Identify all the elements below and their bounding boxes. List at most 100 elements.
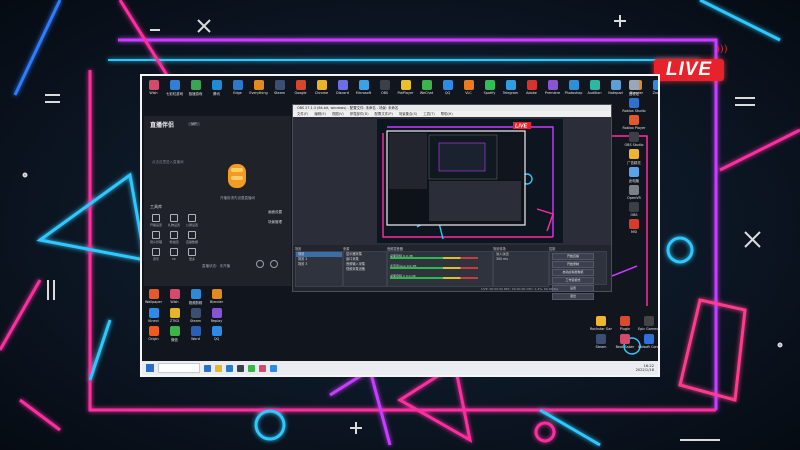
top-desktop-icon-2[interactable]: 极速游戏	[186, 80, 205, 96]
taskbar-app-icon[interactable]	[237, 364, 244, 372]
taskbar-app-icon[interactable]	[215, 364, 222, 372]
top-desktop-icon-12[interactable]: PotPlayer	[396, 80, 415, 96]
tool-0[interactable]: 开播设置	[148, 214, 164, 227]
br-desktop-icon-0[interactable]: Rockstar Games	[590, 316, 612, 331]
control-button-5[interactable]: 退出	[552, 293, 594, 300]
top-desktop-icon-17[interactable]: Telegram	[501, 80, 520, 96]
scene-manager-link[interactable]: 场景管理	[268, 220, 282, 225]
top-desktop-icon-8[interactable]: Chrome	[312, 80, 331, 96]
menu-item-1[interactable]: 编辑(E)	[314, 111, 326, 117]
right-desktop-icon-8[interactable]: MSI	[614, 219, 654, 234]
control-button-3[interactable]: 工作室模式	[552, 277, 594, 284]
top-desktop-icon-10[interactable]: Microsoft	[354, 80, 373, 96]
start-button[interactable]	[146, 364, 154, 372]
br-desktop-icon-5[interactable]: Ubisoft Connect	[638, 334, 658, 349]
top-desktop-icon-9[interactable]: Discord	[333, 80, 352, 96]
top-desktop-icon-5[interactable]: Everything	[249, 80, 268, 96]
bottom-desktop-icon-2[interactable]: 视频剪辑	[186, 289, 205, 305]
right-desktop-icon-3[interactable]: OBS Studio	[614, 132, 654, 147]
mixer-channel[interactable]: 桌面音频 2 0.0 dB	[390, 274, 486, 280]
tool-1[interactable]: 礼物设置	[166, 214, 182, 227]
bottom-desktop-icon-5[interactable]: ZTKD	[165, 308, 184, 323]
bottom-desktop-icon-8[interactable]: Origin	[144, 326, 163, 342]
transition-duration[interactable]: 300 ms	[494, 257, 548, 262]
start-live-toggle[interactable]	[228, 164, 246, 188]
source-item[interactable]: 视频采集设备	[344, 267, 386, 272]
bottom-desktop-icon-7[interactable]: Replay	[207, 308, 226, 323]
br-desktop-icon-4[interactable]: Beat Saber	[614, 334, 636, 349]
bottom-desktop-icon-4[interactable]: Kinect	[144, 308, 163, 323]
bottom-desktop-icon-11[interactable]: QQ	[207, 326, 226, 342]
taskbar-app-icon[interactable]	[248, 364, 255, 372]
tool-5[interactable]: 直播数据	[184, 231, 200, 244]
top-desktop-icon-15[interactable]: VLC	[459, 80, 478, 96]
top-desktop-icon-19[interactable]: Premiere	[543, 80, 562, 96]
mixer-channel[interactable]: 桌面音频 0.0 dB	[390, 254, 486, 260]
menu-item-7[interactable]: 帮助(H)	[441, 111, 453, 117]
top-desktop-icon-14[interactable]: QQ	[438, 80, 457, 96]
right-desktop-icon-4[interactable]: 广告精灵	[614, 149, 654, 165]
settings-icon[interactable]	[256, 260, 264, 268]
tool-3[interactable]: 观众管理	[148, 231, 164, 244]
desktop-bottom-right-icon-grid: Rockstar Games Plugin Epic Games Launcher S…	[590, 316, 658, 349]
top-desktop-icon-4[interactable]: Edge	[228, 80, 247, 96]
top-desktop-icon-20[interactable]: Photoshop	[564, 80, 583, 96]
right-desktop-icon-5[interactable]: 此电脑	[614, 167, 654, 183]
menu-item-4[interactable]: 配置文件(P)	[375, 111, 393, 117]
room-placeholder[interactable]: 点击这里进入直播间	[152, 160, 184, 165]
control-button-2[interactable]: 启动虚拟摄像机	[552, 269, 594, 276]
clock-date[interactable]: 2022/1/18	[636, 368, 654, 372]
help-icon[interactable]	[270, 260, 278, 268]
right-desktop-icon-6[interactable]: OpenVR	[614, 185, 654, 200]
control-button-1[interactable]: 开始录制	[552, 261, 594, 268]
volume-meter[interactable]	[390, 267, 478, 269]
br-desktop-icon-3[interactable]: Steam	[590, 334, 612, 349]
control-button-4[interactable]: 设置	[552, 285, 594, 292]
right-desktop-icon-0[interactable]: 回收站	[614, 80, 654, 96]
control-button-0[interactable]: 开始直播	[552, 253, 594, 260]
bottom-desktop-icon-3[interactable]: Blender	[207, 289, 226, 305]
bottom-desktop-icon-1[interactable]: Wish	[165, 289, 184, 305]
menu-item-3[interactable]: 停靠部件(D)	[350, 111, 369, 117]
top-desktop-icon-18[interactable]: Adobe	[522, 80, 541, 96]
tool-4[interactable]: 粉丝团	[166, 231, 182, 244]
bottom-desktop-icon-0[interactable]: Wallpaper	[144, 289, 163, 305]
top-desktop-icon-11[interactable]: OBS	[375, 80, 394, 96]
top-desktop-icon-16[interactable]: Spotify	[480, 80, 499, 96]
taskbar-app-icon[interactable]	[204, 364, 211, 372]
bottom-desktop-icon-9[interactable]: 微信	[165, 326, 184, 342]
tool-8[interactable]: 更多	[184, 248, 200, 261]
taskbar-search[interactable]	[158, 363, 200, 373]
top-desktop-icon-6[interactable]: Steam	[270, 80, 289, 96]
volume-meter[interactable]	[390, 277, 478, 279]
taskbar-app-icon[interactable]	[270, 364, 277, 372]
right-desktop-icon-7[interactable]: OBS	[614, 202, 654, 217]
volume-meter[interactable]	[390, 257, 478, 259]
screen-settings-link[interactable]: 画面设置	[268, 210, 282, 215]
tool-6[interactable]: 音乐	[148, 248, 164, 261]
menu-item-0[interactable]: 文件(F)	[297, 111, 308, 117]
top-desktop-icon-0[interactable]: Wish	[144, 80, 163, 96]
bottom-desktop-icon-6[interactable]: Steam	[186, 308, 205, 323]
br-desktop-icon-1[interactable]: Plugin	[614, 316, 636, 331]
menu-item-5[interactable]: 场景集合(S)	[399, 111, 417, 117]
tool-7[interactable]: PK	[166, 248, 182, 261]
taskbar-app-icon[interactable]	[226, 364, 233, 372]
taskbar-app-icon[interactable]	[259, 364, 266, 372]
mixer-channel[interactable]: 麦克风/Aux 0.0 dB	[390, 264, 486, 270]
scene-item[interactable]: 场景 3	[296, 262, 342, 267]
obs-preview-canvas[interactable]: LIVE	[377, 119, 563, 243]
menu-item-2[interactable]: 视图(V)	[332, 111, 344, 117]
br-desktop-icon-2[interactable]: Epic Games Launcher	[638, 316, 658, 331]
bottom-desktop-icon-10[interactable]: Word	[186, 326, 205, 342]
right-desktop-icon-1[interactable]: Roblox Studio	[614, 98, 654, 113]
menu-item-6[interactable]: 工具(T)	[423, 111, 435, 117]
tool-2[interactable]: 公屏设置	[184, 214, 200, 227]
desktop-icon-label: Spotify	[483, 91, 496, 95]
top-desktop-icon-7[interactable]: Google	[291, 80, 310, 96]
top-desktop-icon-1[interactable]: 七彩虹游戏	[165, 80, 184, 96]
right-desktop-icon-2[interactable]: Roblox Player	[614, 115, 654, 130]
top-desktop-icon-21[interactable]: Audition	[585, 80, 604, 96]
top-desktop-icon-13[interactable]: WeChat	[417, 80, 436, 96]
top-desktop-icon-3[interactable]: 腾讯	[207, 80, 226, 96]
